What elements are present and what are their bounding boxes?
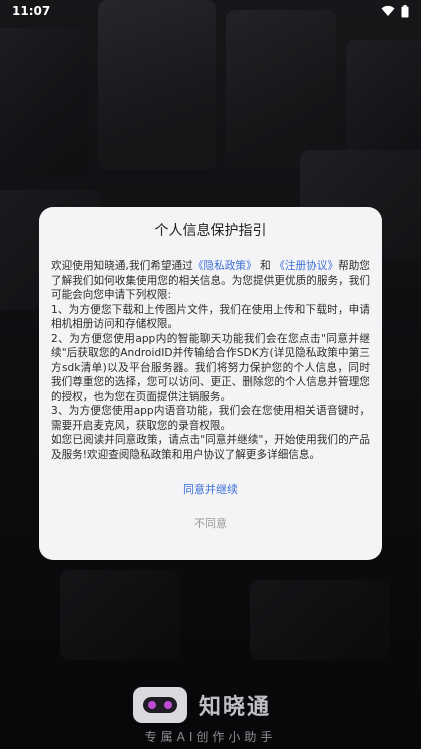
agree-continue-button[interactable]: 同意并继续 [51, 482, 370, 498]
wifi-icon [381, 5, 395, 16]
register-agreement-link[interactable]: 《注册协议》 [274, 260, 338, 272]
intro-prefix: 欢迎使用知晓通,我们希望通过 [51, 260, 193, 272]
app-name: 知晓通 [199, 695, 272, 720]
brand-row: 知晓通 [133, 687, 271, 723]
privacy-policy-link[interactable]: 《隐私政策》 [193, 260, 257, 272]
status-bar: 11:07 [0, 0, 421, 22]
permission-item-androidid: 2、为方便您使用app内的智能聊天功能我们会在您点击"同意并继续"后获取您的An… [51, 332, 370, 403]
status-icons [381, 4, 409, 18]
app-logo-icon [133, 687, 187, 723]
dialog-title: 个人信息保护指引 [154, 223, 267, 239]
status-time: 11:07 [12, 4, 51, 18]
dialog-body: 欢迎使用知晓通,我们希望通过《隐私政策》 和 《注册协议》帮助您了解我们如何收集… [51, 259, 370, 462]
intro-paragraph: 欢迎使用知晓通,我们希望通过《隐私政策》 和 《注册协议》帮助您了解我们如何收集… [51, 259, 370, 303]
battery-icon [401, 4, 409, 17]
app-slogan: 专属AI创作小助手 [144, 730, 277, 744]
permission-item-microphone: 3、为方便您使用app内语音功能，我们会在您使用相关语音键时，需要开启麦克风，获… [51, 405, 370, 432]
permission-item-storage: 1、为方便您下载和上传图片文件，我们在使用上传和下载时，申请相机相册访问和存储权… [51, 303, 370, 331]
disagree-button[interactable]: 不同意 [51, 516, 370, 532]
brand-footer: 知晓通 专属AI创作小助手 [0, 683, 421, 749]
and-text: 和 [260, 260, 271, 272]
closing-paragraph: 如您已阅读并同意政策，请点击"同意并继续"，开始使用我们的产品及服务!欢迎查阅隐… [51, 434, 370, 461]
privacy-dialog: 个人信息保护指引 欢迎使用知晓通,我们希望通过《隐私政策》 和 《注册协议》帮助… [39, 207, 382, 560]
